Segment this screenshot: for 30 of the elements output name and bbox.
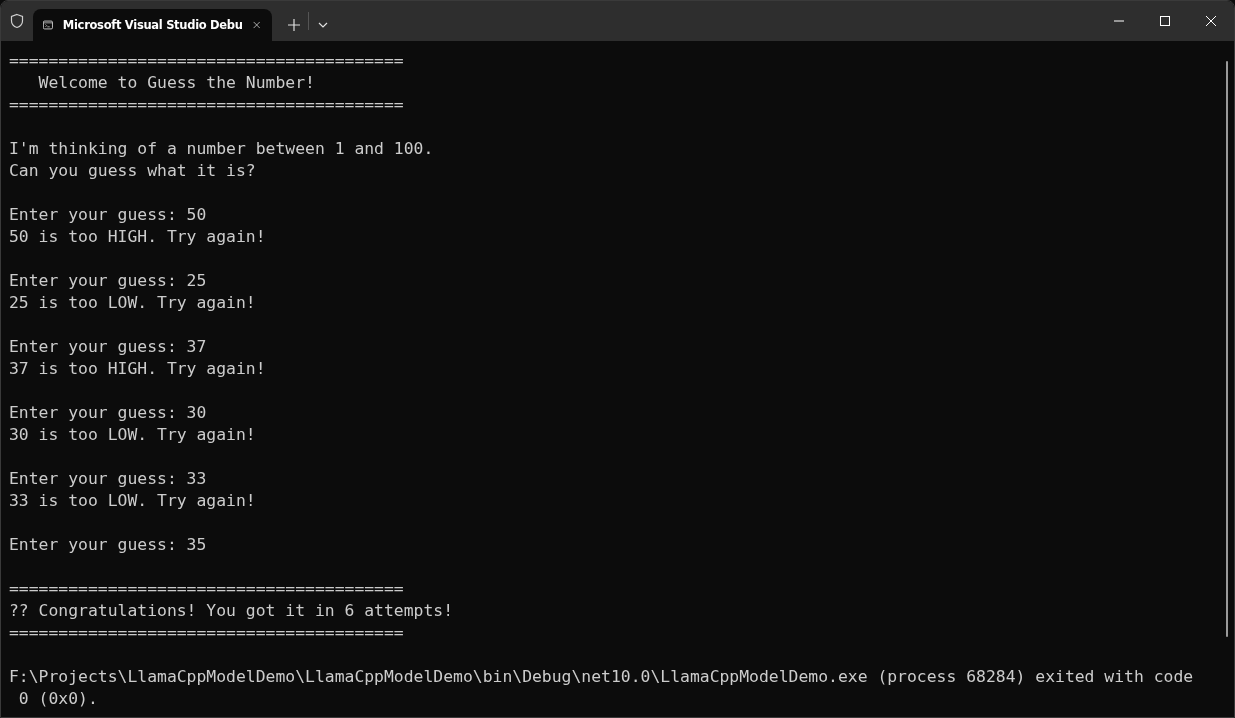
console-line: Can you guess what it is? bbox=[9, 160, 257, 182]
tab-title: Microsoft Visual Studio Debu bbox=[62, 18, 243, 32]
scrollbar[interactable] bbox=[1226, 61, 1228, 637]
console-line: ======================================== bbox=[9, 50, 405, 72]
console-line: Enter your guess: 35 bbox=[9, 534, 208, 556]
console-line: I'm thinking of a number between 1 and 100. bbox=[9, 138, 435, 160]
console-line: 33 is too LOW. Try again! bbox=[9, 490, 257, 512]
close-icon[interactable] bbox=[252, 19, 260, 31]
console-line: Enter your guess: 37 bbox=[9, 336, 208, 358]
console-line: F:\Projects\LlamaCppModelDemo\LlamaCppModelDemo\bin\Debug\net10.0\LlamaCppModelDemo.exe (process 68284) exited with code bbox=[9, 666, 1195, 688]
console-line: Welcome to Guess the Number! bbox=[37, 72, 316, 94]
console-line: 30 is too LOW. Try again! bbox=[9, 424, 257, 446]
console-line: ?? Congratulations! You got it in 6 attempts! bbox=[9, 600, 455, 622]
chevron-down-icon bbox=[318, 22, 328, 28]
maximize-icon bbox=[1160, 16, 1170, 26]
console-line: ======================================== bbox=[9, 622, 405, 644]
console-line: 0 (0x0). bbox=[17, 688, 99, 710]
plus-icon bbox=[288, 19, 300, 31]
console-line: ======================================== bbox=[9, 94, 405, 116]
console-line: Enter your guess: 50 bbox=[9, 204, 208, 226]
console-line: Enter your guess: 33 bbox=[9, 468, 208, 490]
console-icon bbox=[43, 18, 53, 32]
console-line: 25 is too LOW. Try again! bbox=[9, 292, 257, 314]
close-icon bbox=[1206, 16, 1216, 26]
console-line: ======================================== bbox=[9, 578, 405, 600]
console-line: Enter your guess: 25 bbox=[9, 270, 208, 292]
terminal-tab[interactable]: Microsoft Visual Studio Debu bbox=[33, 9, 272, 41]
console-line: Enter your guess: 30 bbox=[9, 402, 208, 424]
console-line: 37 is too HIGH. Try again! bbox=[9, 358, 267, 380]
console-line: 50 is too HIGH. Try again! bbox=[9, 226, 267, 248]
